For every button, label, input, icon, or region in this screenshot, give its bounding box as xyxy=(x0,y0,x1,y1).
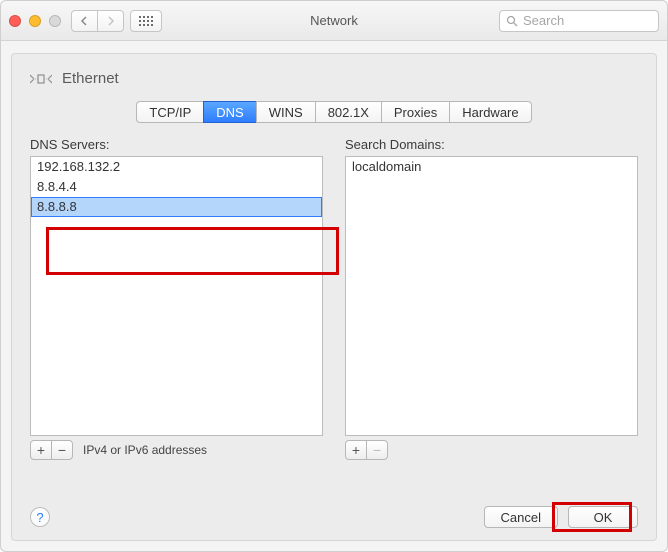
dns-server-row[interactable]: 8.8.4.4 xyxy=(31,177,322,197)
cancel-button[interactable]: Cancel xyxy=(484,506,558,528)
search-domains-label: Search Domains: xyxy=(345,137,638,152)
dns-server-row-editing[interactable]: 8.8.8.8 xyxy=(31,197,322,217)
search-placeholder: Search xyxy=(523,13,564,28)
dns-add-remove: + − IPv4 or IPv6 addresses xyxy=(30,440,323,460)
tab-tcpip[interactable]: TCP/IP xyxy=(136,101,203,123)
dns-servers-label: DNS Servers: xyxy=(30,137,323,152)
back-button[interactable] xyxy=(71,10,98,32)
help-button[interactable]: ? xyxy=(30,507,50,527)
search-field[interactable]: Search xyxy=(499,10,659,32)
domains-add-remove: + − xyxy=(345,440,638,460)
search-icon xyxy=(506,15,518,27)
advanced-sheet: Ethernet TCP/IP DNS WINS 802.1X Proxies … xyxy=(11,53,657,541)
dns-server-row[interactable]: 192.168.132.2 xyxy=(31,157,322,177)
tabs: TCP/IP DNS WINS 802.1X Proxies Hardware xyxy=(30,101,638,123)
titlebar: Network Search xyxy=(1,1,667,41)
chevron-left-icon xyxy=(80,16,89,26)
dns-hint: IPv4 or IPv6 addresses xyxy=(83,443,207,457)
nav-back-forward xyxy=(71,10,124,32)
minimize-window-button[interactable] xyxy=(29,15,41,27)
window-controls xyxy=(9,15,61,27)
dns-servers-list[interactable]: 192.168.132.2 8.8.4.4 8.8.8.8 xyxy=(30,156,323,436)
remove-search-domain-button[interactable]: − xyxy=(366,440,388,460)
zoom-window-button[interactable] xyxy=(49,15,61,27)
chevron-right-icon xyxy=(106,16,115,26)
forward-button[interactable] xyxy=(97,10,124,32)
connection-header: Ethernet xyxy=(30,70,638,87)
ethernet-icon xyxy=(30,71,52,87)
ok-button[interactable]: OK xyxy=(568,506,638,528)
search-domains-list[interactable]: localdomain xyxy=(345,156,638,436)
dns-servers-column: DNS Servers: 192.168.132.2 8.8.4.4 8.8.8… xyxy=(30,137,323,460)
lists-area: DNS Servers: 192.168.132.2 8.8.4.4 8.8.8… xyxy=(30,137,638,460)
apps-grid-icon xyxy=(139,16,153,26)
tab-hardware[interactable]: Hardware xyxy=(449,101,531,123)
search-domain-row[interactable]: localdomain xyxy=(346,157,637,177)
add-dns-server-button[interactable]: + xyxy=(30,440,52,460)
tab-wins[interactable]: WINS xyxy=(256,101,315,123)
tab-8021x[interactable]: 802.1X xyxy=(315,101,381,123)
tab-proxies[interactable]: Proxies xyxy=(381,101,449,123)
tab-dns[interactable]: DNS xyxy=(203,101,255,123)
connection-name: Ethernet xyxy=(62,70,119,87)
remove-dns-server-button[interactable]: − xyxy=(51,440,73,460)
sheet-footer: ? Cancel OK xyxy=(30,506,638,528)
add-search-domain-button[interactable]: + xyxy=(345,440,367,460)
search-domains-column: Search Domains: localdomain + − xyxy=(345,137,638,460)
close-window-button[interactable] xyxy=(9,15,21,27)
show-all-button[interactable] xyxy=(130,10,162,32)
network-preferences-window: Network Search Ethernet TCP/IP DNS WINS … xyxy=(0,0,668,552)
